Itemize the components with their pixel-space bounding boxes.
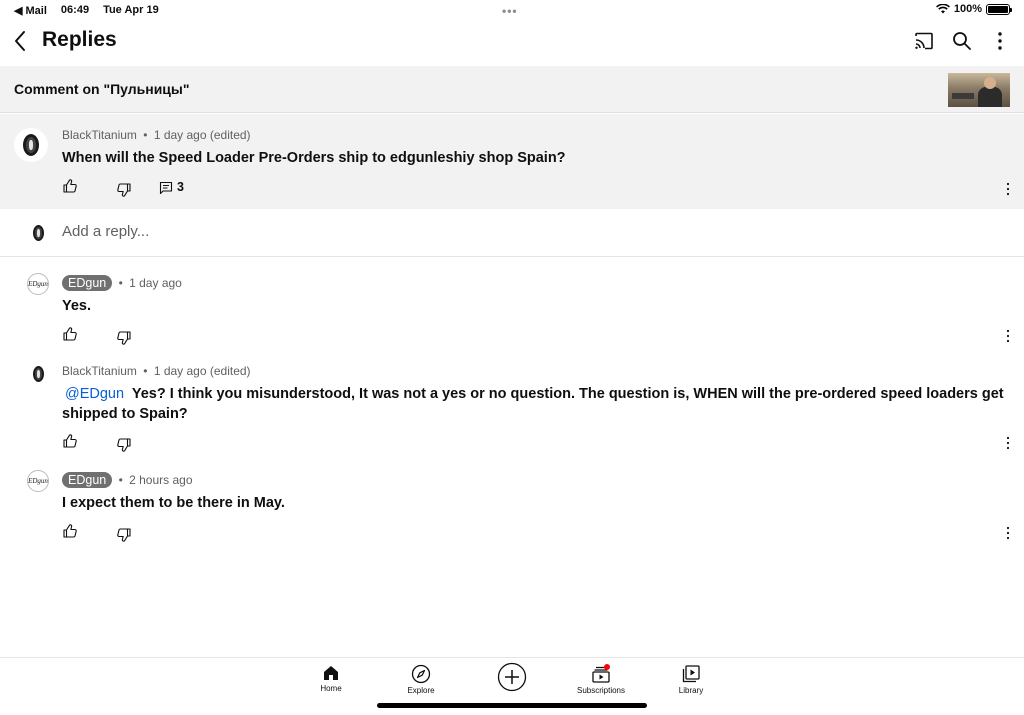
nav-home[interactable]: Home (296, 664, 366, 693)
status-date: Tue Apr 19 (103, 4, 159, 16)
home-icon (324, 666, 338, 680)
like-icon[interactable] (62, 326, 78, 342)
dislike-icon[interactable] (116, 182, 132, 198)
search-icon[interactable] (950, 29, 974, 53)
back-to-app-link[interactable]: ◀ Mail (14, 4, 47, 17)
nav-label: Subscriptions (576, 686, 626, 695)
more-options-icon[interactable] (988, 29, 1012, 53)
comment-more-icon[interactable] (1004, 435, 1012, 451)
like-icon[interactable] (62, 178, 78, 194)
comment-meta: BlackTitanium • 1 day ago (edited) (62, 364, 251, 378)
meta-separator: • (143, 364, 148, 378)
top-app-bar: Replies (0, 22, 1024, 62)
subscriptions-icon (592, 664, 610, 683)
nav-label: Explore (407, 686, 435, 695)
channel-owner-badge[interactable]: EDgun (62, 275, 113, 291)
comment-more-icon[interactable] (1004, 328, 1012, 344)
nav-subscriptions[interactable]: Subscriptions (566, 664, 636, 695)
nav-label: Home (320, 684, 342, 693)
library-icon (682, 665, 700, 683)
create-button[interactable] (477, 662, 547, 692)
add-icon (497, 662, 527, 692)
back-arrow-icon[interactable] (10, 28, 32, 54)
comment-text-body: Yes? I think you misunderstood, It was n… (62, 386, 1004, 422)
nav-library[interactable]: Library (656, 664, 726, 695)
comment-author[interactable]: BlackTitanium (62, 128, 137, 142)
nav-explore[interactable]: Explore (386, 664, 456, 695)
meta-separator: • (118, 473, 123, 487)
comment-more-icon[interactable] (1004, 525, 1012, 541)
comment-more-icon[interactable] (1004, 181, 1012, 197)
compass-icon (411, 664, 431, 684)
page-title: Replies (42, 28, 117, 51)
dislike-icon[interactable] (116, 330, 132, 346)
mention-link[interactable]: @EDgun (65, 386, 124, 402)
video-title: Comment on "Пульницы" (14, 81, 190, 97)
avatar (27, 222, 49, 244)
parent-comment: BlackTitanium • 1 day ago (edited) When … (0, 114, 1024, 209)
comment-text: When will the Speed Loader Pre-Orders sh… (62, 150, 566, 166)
multitasking-dots-icon[interactable]: ••• (502, 4, 518, 18)
comment-meta: EDgun • 2 hours ago (62, 472, 193, 488)
cast-icon[interactable] (912, 29, 936, 53)
status-bar: ◀ Mail 06:49 Tue Apr 19 ••• 100% (0, 0, 1024, 20)
video-thumbnail[interactable] (948, 73, 1010, 107)
comment-author[interactable]: BlackTitanium (62, 364, 137, 378)
avatar[interactable]: EDgun (27, 273, 49, 295)
battery-percent: 100% (953, 3, 982, 15)
add-reply-input[interactable] (62, 223, 1002, 240)
reply-count[interactable]: 3 (177, 180, 184, 194)
meta-separator: • (143, 128, 148, 142)
battery-icon (986, 3, 1012, 15)
dislike-icon[interactable] (116, 527, 132, 543)
like-icon[interactable] (62, 433, 78, 449)
comment-text: Yes. (62, 298, 92, 314)
comment-text: I expect them to be there in May. (62, 495, 285, 511)
like-icon[interactable] (62, 523, 78, 539)
comment-meta: EDgun • 1 day ago (62, 275, 182, 291)
wifi-icon (935, 4, 950, 14)
comment-time: 1 day ago (edited) (153, 128, 251, 142)
status-time: 06:49 (60, 4, 90, 16)
dislike-icon[interactable] (116, 437, 132, 453)
meta-separator: • (118, 276, 123, 290)
add-reply-row (0, 209, 1024, 257)
avatar[interactable]: EDgun (27, 470, 49, 492)
comment-on-banner: Comment on "Пульницы" (0, 66, 1024, 113)
comment-time: 2 hours ago (129, 473, 193, 487)
nav-label: Library (678, 686, 704, 695)
avatar[interactable] (14, 128, 48, 162)
comment-time: 1 day ago (edited) (153, 364, 251, 378)
comment-meta: BlackTitanium • 1 day ago (edited) (62, 128, 251, 142)
avatar[interactable] (27, 363, 49, 385)
channel-owner-badge[interactable]: EDgun (62, 472, 113, 488)
comment-time: 1 day ago (129, 276, 182, 290)
comment-text: @EDgun Yes? I think you misunderstood, I… (62, 384, 1012, 424)
home-indicator[interactable] (377, 703, 647, 708)
replies-icon[interactable] (158, 180, 174, 196)
